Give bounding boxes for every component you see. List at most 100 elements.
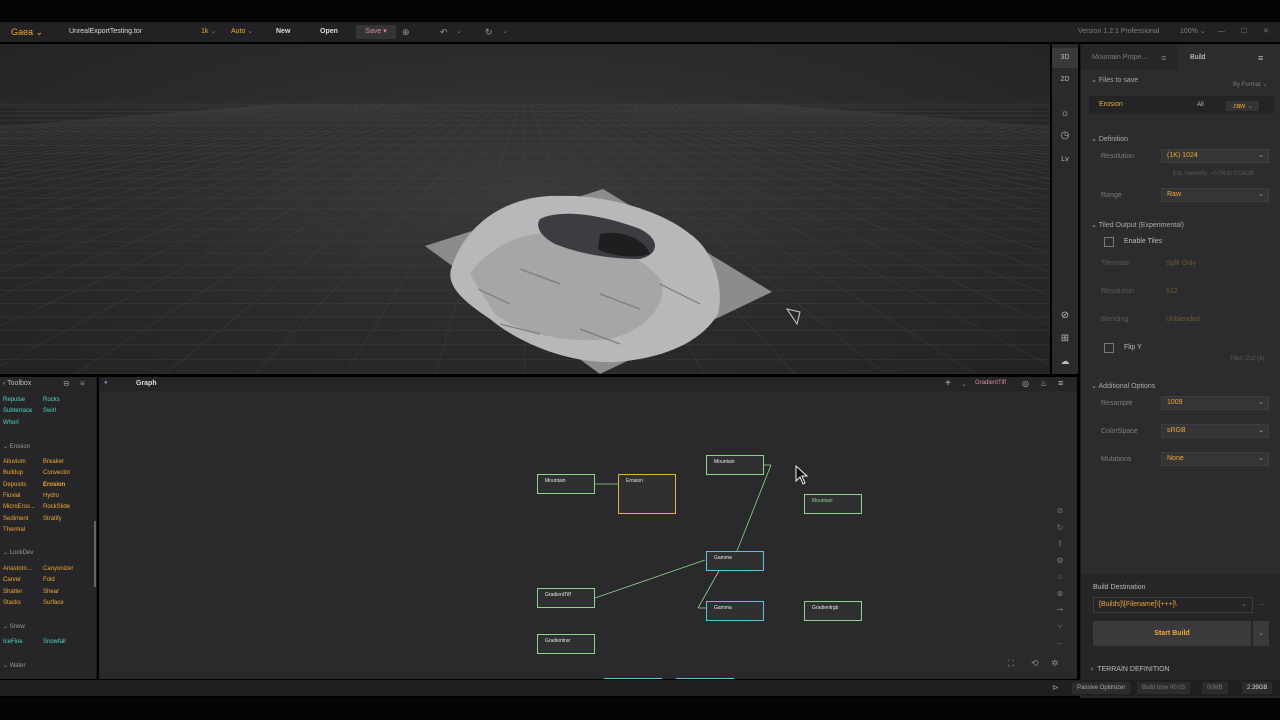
- menu-icon[interactable]: ≡: [80, 379, 85, 388]
- branch-icon[interactable]: ⑂: [1054, 619, 1066, 636]
- toolbox-item[interactable]: MicroEros...: [3, 504, 35, 510]
- open-button[interactable]: Open: [320, 22, 338, 42]
- graph-node-mountain[interactable]: Mountain: [804, 494, 862, 514]
- toolbox-item[interactable]: Alluvium: [3, 459, 26, 465]
- grid-icon[interactable]: ⊞: [1052, 329, 1078, 349]
- settings-icon[interactable]: ⊕: [402, 22, 410, 42]
- toolbox-item[interactable]: Erosion: [43, 482, 65, 488]
- collapse-icon[interactable]: ✲: [1051, 658, 1059, 669]
- graph-node-gamma[interactable]: Gamma: [706, 601, 764, 621]
- zoom-select[interactable]: 100% ⌄: [1180, 22, 1206, 42]
- fit-view-icon[interactable]: ⛶: [1008, 658, 1014, 669]
- toolbox-item[interactable]: Shear: [43, 589, 59, 595]
- toolbox-item[interactable]: RockSlide: [43, 504, 70, 510]
- toolbox-item[interactable]: Shatter: [3, 589, 22, 595]
- browse-icon[interactable]: …: [1258, 600, 1265, 607]
- 3d-viewport[interactable]: [0, 44, 1050, 374]
- toolbox-item[interactable]: Thermal: [3, 527, 25, 533]
- toolbox-item[interactable]: Anastom...: [3, 566, 32, 572]
- export-icon[interactable]: ⇪: [1054, 536, 1066, 553]
- toolbox-item[interactable]: Surface: [43, 600, 64, 606]
- tiled-output-header[interactable]: ⌄ Tiled Output (Experimental): [1091, 221, 1184, 229]
- toolbox-item[interactable]: Convector: [43, 470, 70, 476]
- toolbox-item[interactable]: Repulse: [3, 397, 25, 403]
- graph-node-erosion[interactable]: Erosion: [618, 474, 676, 514]
- format-select[interactable]: .raw ⌄: [1226, 101, 1260, 111]
- toolbox-item[interactable]: IceFloe: [3, 639, 23, 645]
- toolbox-item[interactable]: Buildup: [3, 470, 23, 476]
- maximize-icon[interactable]: ☐: [1241, 22, 1247, 42]
- graph-node-gamma[interactable]: Gamma: [706, 551, 764, 571]
- view-lv-button[interactable]: Lv: [1052, 150, 1078, 170]
- resolution-select[interactable]: 1k ⌄: [201, 22, 216, 42]
- toolbox-item[interactable]: Subterrace: [3, 408, 32, 414]
- close-icon[interactable]: ✕: [1263, 22, 1269, 42]
- pin-icon[interactable]: ⊸: [1054, 602, 1066, 619]
- menu-icon[interactable]: ≡: [1161, 53, 1166, 63]
- toolbox-item[interactable]: Fold: [43, 577, 55, 583]
- toolbox-item[interactable]: Carver: [3, 577, 21, 583]
- toolbox-item[interactable]: Deposits: [3, 482, 26, 488]
- view-3d-button[interactable]: 3D: [1052, 48, 1078, 68]
- toolbox-category-erosion[interactable]: ⌄ Erosion: [3, 443, 30, 450]
- additional-options-header[interactable]: ⌄ Additional Options: [1091, 382, 1155, 390]
- resolution-dropdown[interactable]: (1K) 1024 ⌄: [1161, 149, 1269, 163]
- passive-optimizer[interactable]: Passive Optimizer: [1072, 682, 1131, 694]
- graph-node-mountain[interactable]: Mountain: [537, 474, 595, 494]
- toolbox-item[interactable]: Rocks: [43, 397, 60, 403]
- cloud-icon[interactable]: ☁: [1052, 351, 1078, 371]
- definition-header[interactable]: ⌄ Definition: [1091, 135, 1128, 143]
- start-build-options[interactable]: ⌄: [1253, 621, 1269, 646]
- link-icon[interactable]: ⊗: [1054, 586, 1066, 603]
- chevron-down-icon[interactable]: ⌄: [456, 22, 462, 42]
- graph-node-gradientrar[interactable]: Gradientrar: [537, 634, 595, 654]
- toolbox-category-snow[interactable]: ⌄ Snow: [3, 623, 25, 630]
- play-icon[interactable]: ⊳: [1052, 680, 1059, 696]
- toolbox-item[interactable]: Fluvial: [3, 493, 20, 499]
- compass-icon[interactable]: ⊘: [1052, 306, 1078, 326]
- settings-icon[interactable]: ⚙: [1054, 553, 1066, 570]
- toolbox-title[interactable]: ‹ Toolbox: [3, 380, 31, 387]
- colorspace-dropdown[interactable]: sRGB ⌄: [1161, 424, 1269, 438]
- graph-node-gradienttiff[interactable]: GradientTiff: [537, 588, 595, 608]
- toolbox-item[interactable]: Hydro: [43, 493, 59, 499]
- sun-icon[interactable]: ☼: [1054, 569, 1066, 586]
- clock-icon[interactable]: ◷: [1052, 126, 1078, 146]
- build-destination-field[interactable]: [Builds]\[Filename]\[+++]\ ⌄: [1093, 597, 1253, 613]
- toolbox-item[interactable]: Canyonizer: [43, 566, 73, 572]
- terrain-definition-header[interactable]: › TERRAIN DEFINITION: [1091, 666, 1170, 673]
- save-button[interactable]: Save ▾: [356, 25, 396, 39]
- range-dropdown[interactable]: Raw ⌄: [1161, 188, 1269, 202]
- toggle-icon[interactable]: ⊖: [63, 379, 70, 388]
- disable-icon[interactable]: ⊘: [1054, 503, 1066, 520]
- start-build-button[interactable]: Start Build: [1093, 621, 1251, 646]
- enable-tiles-checkbox[interactable]: [1104, 237, 1114, 247]
- toolbox-item[interactable]: Sediment: [3, 516, 28, 522]
- redo-icon[interactable]: ↻: [485, 22, 493, 42]
- all-button[interactable]: All: [1197, 102, 1204, 108]
- app-menu[interactable]: Gaea ⌄: [11, 22, 43, 42]
- refresh-icon[interactable]: ↻: [1054, 520, 1066, 537]
- toolbox-item[interactable]: Whorl: [3, 420, 19, 426]
- files-to-save-header[interactable]: ⌄ Files to save: [1091, 76, 1138, 84]
- resample-dropdown[interactable]: 1009 ⌄: [1161, 396, 1269, 410]
- mutations-dropdown[interactable]: None ⌄: [1161, 452, 1269, 466]
- view-2d-button[interactable]: 2D: [1052, 70, 1078, 90]
- undo-icon[interactable]: ↶: [440, 22, 448, 42]
- new-button[interactable]: New: [276, 22, 290, 42]
- graph-node-mountain[interactable]: Mountain: [706, 455, 764, 475]
- minimize-icon[interactable]: —: [1218, 22, 1225, 42]
- sun-icon[interactable]: ☼: [1052, 104, 1078, 124]
- toolbox-item[interactable]: Stacks: [3, 600, 21, 606]
- toolbox-item[interactable]: Stratify: [43, 516, 62, 522]
- refresh-icon[interactable]: ⟲: [1031, 658, 1039, 669]
- menu-icon[interactable]: ≡: [1258, 53, 1263, 63]
- mode-select[interactable]: Auto ⌄: [231, 22, 253, 42]
- graph-node-gradientrgb[interactable]: Gradientrgb: [804, 601, 862, 621]
- toolbox-category-water[interactable]: ⌄ Water: [3, 662, 25, 669]
- flip-y-checkbox[interactable]: [1104, 343, 1114, 353]
- by-format-select[interactable]: By Format ⌄: [1233, 81, 1267, 88]
- toolbox-item[interactable]: Snowfall: [43, 639, 66, 645]
- toolbox-scrollbar[interactable]: [94, 521, 96, 587]
- graph-panel[interactable]: ● Graph + ⌄ GradientTiff ◎ ♨ ≡ Mountain …: [99, 377, 1077, 679]
